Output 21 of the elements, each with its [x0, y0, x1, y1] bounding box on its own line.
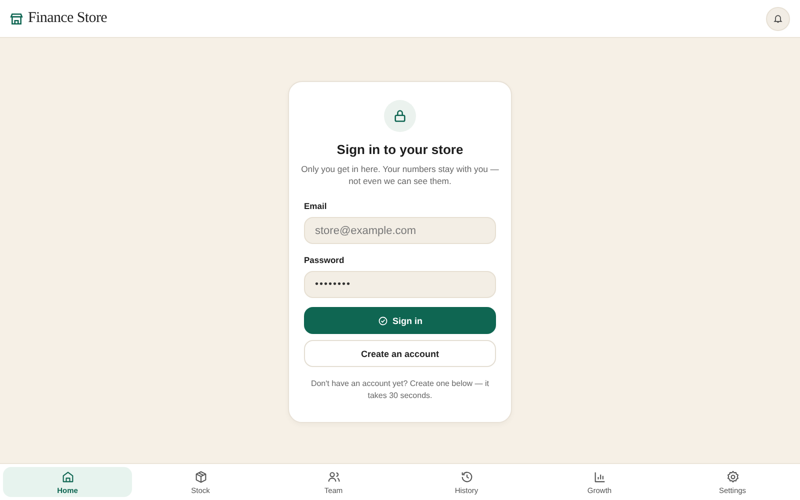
- footnote: Don't have an account yet? Create one below — it takes 30 seconds.: [310, 378, 490, 402]
- field-label: Password: [304, 255, 346, 265]
- email-field[interactable]: store@example.com: [304, 217, 496, 244]
- notification-bell-button[interactable]: [766, 6, 790, 30]
- bar-chart-icon: [592, 470, 606, 484]
- field-label: Email: [304, 201, 328, 211]
- card-title: Sign in to your store: [336, 142, 464, 157]
- app-title: Finance Store: [28, 10, 107, 27]
- settings-icon: [726, 470, 740, 484]
- check-circle-icon: [378, 316, 388, 326]
- box-icon: [194, 470, 208, 484]
- people-icon: [326, 470, 340, 484]
- create-account-button[interactable]: Create an account: [304, 340, 496, 367]
- bell-icon: [773, 13, 783, 24]
- password-field[interactable]: ••••••••: [304, 271, 496, 298]
- lock-icon: [384, 100, 416, 132]
- history-icon: [460, 470, 474, 484]
- storefront-icon: [10, 12, 23, 24]
- home-icon: [60, 470, 74, 484]
- card-subtitle: Only you get in here. Your numbers stay with you — not even we can see them.: [300, 163, 500, 187]
- sign-in-button[interactable]: Sign in: [304, 307, 496, 334]
